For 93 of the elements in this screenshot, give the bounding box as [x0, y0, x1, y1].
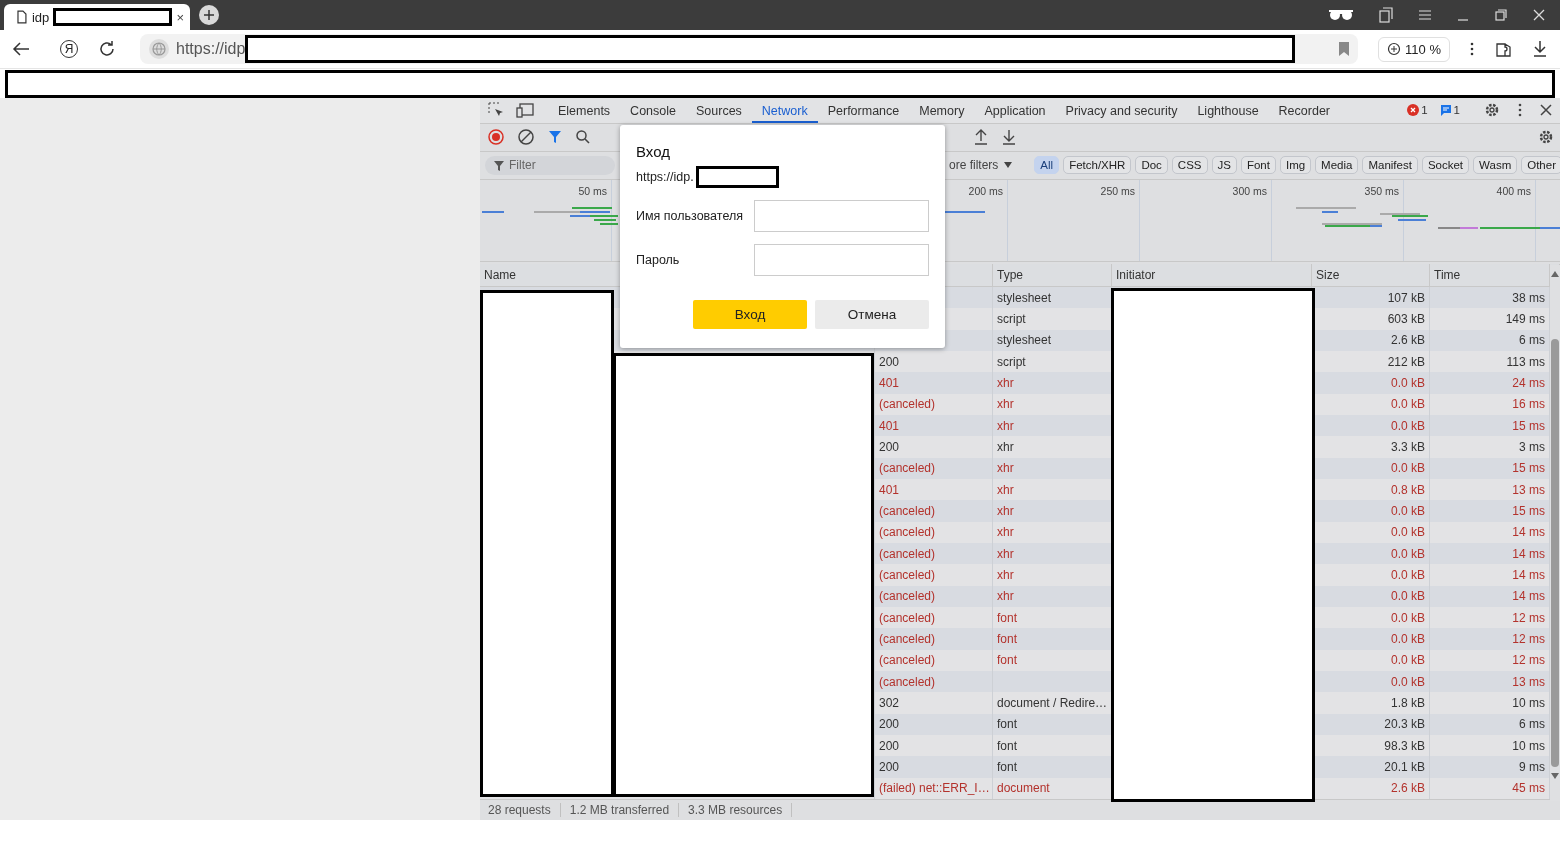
summary-text: 1.2 MB transferred — [560, 803, 680, 818]
more-filters-dropdown[interactable]: ore filters — [949, 158, 1013, 173]
timeline-tick-label: 400 ms — [1496, 184, 1531, 197]
status-cell: 401 — [875, 372, 993, 394]
timeline-tick-label: 50 ms — [578, 184, 607, 197]
devtools-tab[interactable]: Lighthouse — [1187, 98, 1269, 123]
status-cell: (canceled) — [875, 628, 993, 650]
status-cell: (canceled) — [875, 521, 993, 543]
site-address: https://idp. — [636, 170, 694, 184]
timeline-tick-label: 250 ms — [1100, 184, 1135, 197]
cancel-button[interactable]: Отмена — [815, 300, 929, 329]
filter-icon — [494, 160, 504, 171]
error-count[interactable]: 1 — [1407, 104, 1428, 117]
type-filter-chip[interactable]: Fetch/XHR — [1063, 156, 1132, 175]
device-toolbar-icon[interactable] — [516, 102, 534, 119]
settings-icon[interactable] — [1484, 102, 1500, 119]
message-count[interactable]: 1 — [1439, 104, 1460, 117]
back-icon[interactable] — [12, 41, 30, 57]
status-cell: (canceled) — [875, 500, 993, 522]
glasses-icon[interactable] — [1328, 8, 1354, 22]
download-icon[interactable] — [1002, 129, 1016, 146]
close-icon[interactable] — [1540, 104, 1552, 117]
devtools-tab[interactable]: Network — [751, 98, 818, 123]
menu-icon[interactable] — [1418, 9, 1432, 21]
type-filter-chip[interactable]: All — [1034, 156, 1060, 175]
type-filter-chip[interactable]: CSS — [1171, 156, 1208, 175]
bookmark-icon[interactable] — [1338, 41, 1351, 57]
error-icon — [1407, 104, 1420, 117]
type-filter-chip[interactable]: Other — [1521, 156, 1560, 175]
page-icon — [16, 10, 28, 24]
devtools-tab[interactable]: Console — [620, 98, 686, 123]
status-cell: 302 — [875, 692, 993, 714]
devtools-tab[interactable]: Recorder — [1268, 98, 1340, 123]
record-icon[interactable] — [488, 129, 504, 146]
type-filter-chip[interactable]: Img — [1279, 156, 1312, 175]
status-cell: 200 — [875, 436, 993, 458]
summary-text: 28 requests — [488, 803, 561, 818]
column-header[interactable]: Initiator — [1112, 264, 1312, 286]
type-filter-chip[interactable]: Socket — [1421, 156, 1470, 175]
close-tab-button[interactable]: × — [176, 9, 184, 25]
password-field[interactable] — [754, 244, 929, 276]
settings-icon[interactable] — [1538, 129, 1554, 146]
zoom-button[interactable]: 110 % — [1378, 36, 1450, 62]
restore-icon[interactable] — [1494, 8, 1508, 22]
kebab-menu-icon[interactable] — [1470, 42, 1474, 56]
message-icon — [1439, 104, 1452, 117]
scrollbar[interactable] — [1550, 264, 1560, 801]
field-label: Имя пользователя — [636, 209, 743, 223]
devtools-tab[interactable]: Application — [974, 98, 1056, 123]
status-cell: (canceled) — [875, 393, 993, 415]
filter-icon[interactable] — [548, 130, 562, 145]
type-filter-chip[interactable]: Wasm — [1473, 156, 1518, 175]
search-icon[interactable] — [576, 130, 590, 145]
type-filter-chip[interactable]: Media — [1315, 156, 1359, 175]
type-filter-chip[interactable]: JS — [1211, 156, 1237, 175]
type-filter-chip[interactable]: Font — [1240, 156, 1276, 175]
timeline-tick-label: 300 ms — [1232, 184, 1267, 197]
collections-icon[interactable] — [1378, 7, 1394, 23]
field-label: Пароль — [636, 253, 680, 267]
tab-title: idp — [31, 9, 50, 25]
username-field[interactable] — [754, 200, 929, 232]
status-cell: (failed) net::ERR_I… — [875, 777, 993, 800]
column-header[interactable]: Type — [993, 264, 1112, 286]
login-button[interactable]: Вход — [693, 300, 807, 329]
url-text: https://idp — [176, 40, 246, 58]
reload-icon[interactable] — [98, 40, 116, 58]
status-cell: (canceled) — [875, 457, 993, 479]
extensions-icon[interactable] — [1494, 40, 1512, 58]
status-cell: 200 — [875, 756, 993, 778]
clear-icon[interactable] — [518, 129, 534, 146]
timeline-tick-label: 200 ms — [968, 184, 1003, 197]
column-header[interactable]: Size — [1312, 264, 1430, 286]
filter-field[interactable]: Filter — [485, 155, 615, 175]
status-cell: (canceled) — [875, 564, 993, 586]
summary-text: 3.3 MB resources — [679, 803, 793, 818]
timeline-tick-label: 350 ms — [1364, 184, 1399, 197]
globe-icon — [148, 38, 170, 60]
devtools-tab[interactable]: Elements — [548, 98, 621, 123]
upload-icon[interactable] — [974, 129, 988, 146]
new-tab-icon[interactable] — [198, 4, 220, 26]
devtools-tab[interactable]: Performance — [817, 98, 910, 123]
address-field[interactable]: https://idp — [140, 34, 1359, 64]
kebab-menu-icon[interactable] — [1518, 103, 1522, 118]
devtools-tab[interactable]: Memory — [909, 98, 975, 123]
dialog-title: Вход — [636, 143, 670, 160]
devtools-tab[interactable]: Privacy and security — [1055, 98, 1188, 123]
browser-tab[interactable]: idp × — [4, 4, 190, 30]
download-icon[interactable] — [1532, 40, 1548, 58]
caret-icon — [1004, 162, 1013, 169]
devtools-tab[interactable]: Sources — [686, 98, 752, 123]
type-filter-chip[interactable]: Manifest — [1362, 156, 1418, 175]
zoom-in-icon — [1387, 42, 1402, 56]
type-filter-chip[interactable]: Doc — [1135, 156, 1168, 175]
